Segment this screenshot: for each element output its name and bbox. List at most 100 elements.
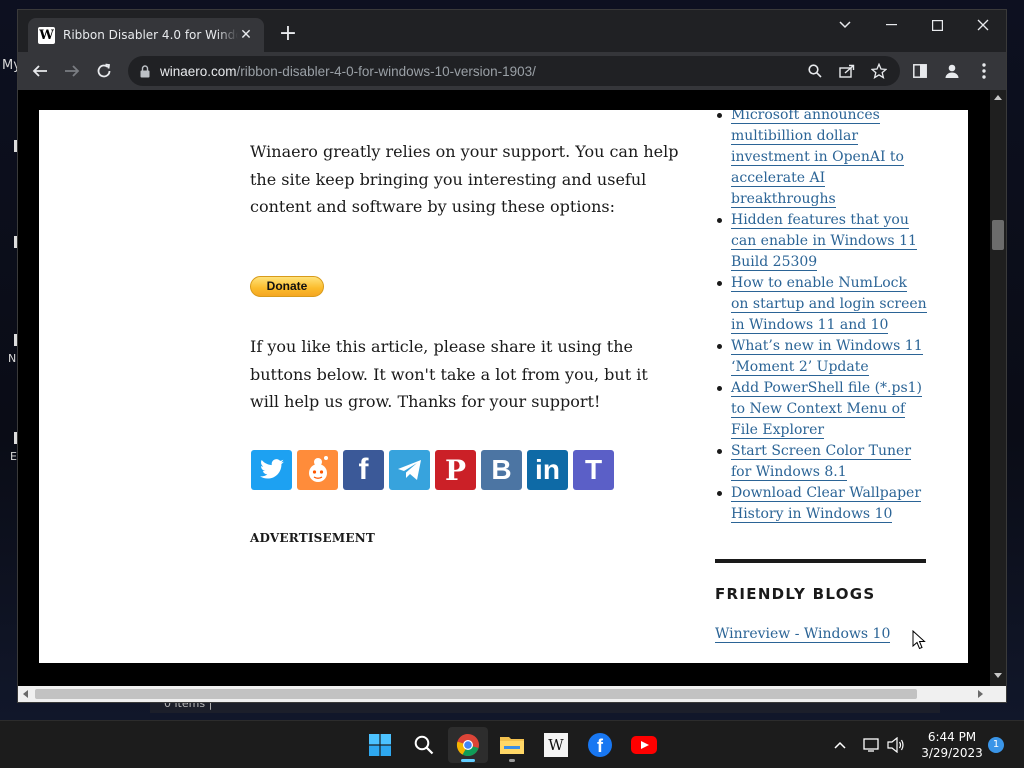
wikipedia-icon: W [544,733,568,757]
list-item: Hidden features that you can enable in W… [715,210,927,273]
page-viewport: Winaero greatly relies on your support. … [18,90,1006,702]
network-button[interactable] [862,735,882,755]
horizontal-scrollbar[interactable] [18,686,1006,702]
reload-icon [97,63,111,78]
pinterest-p-icon: P [444,453,467,487]
start-button[interactable] [360,727,400,763]
list-item: Add PowerShell file (*.ps1) to New Conte… [715,378,927,441]
tab-title: Ribbon Disabler 4.0 for Windows 10 versi… [63,28,238,42]
scroll-left-icon[interactable] [22,690,28,698]
search-icon [414,735,434,755]
share-page-button[interactable] [836,61,858,81]
scroll-down-icon[interactable] [994,673,1002,679]
running-app-indicator [509,759,515,762]
facebook-icon: f [588,733,612,757]
twitter-bird-icon [259,459,284,479]
share-twitter-button[interactable] [251,450,292,490]
taskbar-chrome-button[interactable] [448,727,488,763]
maximize-button[interactable] [914,10,960,40]
profile-icon [945,64,959,78]
list-item: Download Clear Wallpaper History in Wind… [715,483,927,525]
tab-strip: W Ribbon Disabler 4.0 for Windows 10 ver… [18,10,1006,52]
article-column: Winaero greatly relies on your support. … [250,138,680,545]
share-telegram-button[interactable] [389,450,430,490]
address-bar[interactable]: winaero.com/ribbon-disabler-4-0-for-wind… [128,56,900,86]
scroll-up-icon[interactable] [994,94,1002,100]
sidebar-post-link[interactable]: Microsoft announces multibillion dollar … [731,110,904,208]
desktop-icon-label[interactable]: E [10,450,17,463]
share-teams-button[interactable]: T [573,450,614,490]
winaero-favicon-icon: W [38,26,55,44]
url-text[interactable]: winaero.com/ribbon-disabler-4-0-for-wind… [160,64,536,79]
taskbar-search-button[interactable] [404,727,444,763]
sidebar-post-link[interactable]: Start Screen Color Tuner for Windows 8.1 [731,443,912,481]
friendly-blogs-heading: FRIENDLY BLOGS [715,585,876,603]
facebook-f-icon: f [358,453,369,486]
browser-tab[interactable]: W Ribbon Disabler 4.0 for Windows 10 ver… [28,18,264,52]
maximize-icon [931,19,943,31]
taskbar-file-explorer-button[interactable] [492,727,532,763]
youtube-icon [631,736,657,754]
taskbar-facebook-button[interactable]: f [580,727,620,763]
browser-menu-button[interactable] [972,60,996,82]
sidebar-post-link[interactable]: Download Clear Wallpaper History in Wind… [731,485,922,523]
share-pinterest-button[interactable]: P [435,450,476,490]
star-icon [871,63,887,79]
notification-badge[interactable]: 1 [988,737,1004,753]
minimize-button[interactable] [868,10,914,40]
forward-button[interactable] [58,58,86,84]
donate-button[interactable]: Donate [250,276,324,297]
clock-time: 6:44 PM [927,730,977,744]
list-item: How to enable NumLock on startup and log… [715,273,927,336]
webpage-content: Winaero greatly relies on your support. … [39,110,968,663]
browser-window: W Ribbon Disabler 4.0 for Windows 10 ver… [18,10,1006,702]
share-linkedin-button[interactable]: in [527,450,568,490]
share-buttons-row: f P B in T [251,450,614,490]
share-facebook-button[interactable]: f [343,450,384,490]
show-hidden-icons-button[interactable] [830,735,850,755]
share-vk-button[interactable]: B [481,450,522,490]
volume-button[interactable] [886,735,906,755]
list-item: Start Screen Color Tuner for Windows 8.1 [715,441,927,483]
system-clock[interactable]: 6:44 PM 3/29/2023 [912,729,992,761]
recent-posts-list: Microsoft announces multibillion dollar … [715,110,927,525]
scroll-right-icon[interactable] [978,690,984,698]
close-window-button[interactable] [960,10,1006,40]
mouse-cursor-icon [912,630,926,650]
share-icon [839,64,855,78]
sidebar-post-link[interactable]: Add PowerShell file (*.ps1) to New Conte… [731,380,923,439]
side-panel-button[interactable] [908,60,932,82]
tab-search-button[interactable] [822,10,868,40]
sidebar-post-link[interactable]: How to enable NumLock on startup and log… [731,275,927,334]
vk-icon: B [491,454,512,485]
taskbar-wikipedia-button[interactable]: W [536,727,576,763]
telegram-plane-icon [397,460,421,480]
lock-icon [140,64,150,77]
friendly-blog-link[interactable]: Winreview - Windows 10 [715,626,891,643]
vertical-scroll-thumb[interactable] [992,220,1004,250]
taskbar-youtube-button[interactable] [624,727,664,763]
windows-logo-icon [369,734,391,756]
clock-date: 3/29/2023 [921,746,983,760]
sidebar-post-link[interactable]: Hidden features that you can enable in W… [731,212,917,271]
chevron-up-icon [834,741,846,749]
back-button[interactable] [26,58,54,84]
desktop-icon-label[interactable]: N [8,352,16,365]
support-paragraph: Winaero greatly relies on your support. … [250,142,679,216]
sidebar-post-link[interactable]: What’s new in Windows 11 ‘Moment 2’ Upda… [731,338,923,376]
teams-t-icon: T [584,454,603,485]
arrow-left-icon [32,65,47,77]
share-reddit-button[interactable] [297,450,338,490]
profile-button[interactable] [940,60,964,82]
zoom-search-button[interactable] [804,61,826,81]
vertical-scrollbar[interactable] [990,90,1006,686]
horizontal-scroll-thumb[interactable] [35,689,917,699]
reload-button[interactable] [90,58,118,84]
taskbar: W f 6:44 PM 3/29/2023 1 [0,720,1024,768]
list-item: What’s new in Windows 11 ‘Moment 2’ Upda… [715,336,927,378]
url-host: winaero.com [160,63,237,79]
bookmark-button[interactable] [868,61,890,81]
speaker-icon [887,737,904,753]
tab-close-icon[interactable]: ✕ [238,27,254,43]
new-tab-button[interactable]: + [276,23,300,47]
